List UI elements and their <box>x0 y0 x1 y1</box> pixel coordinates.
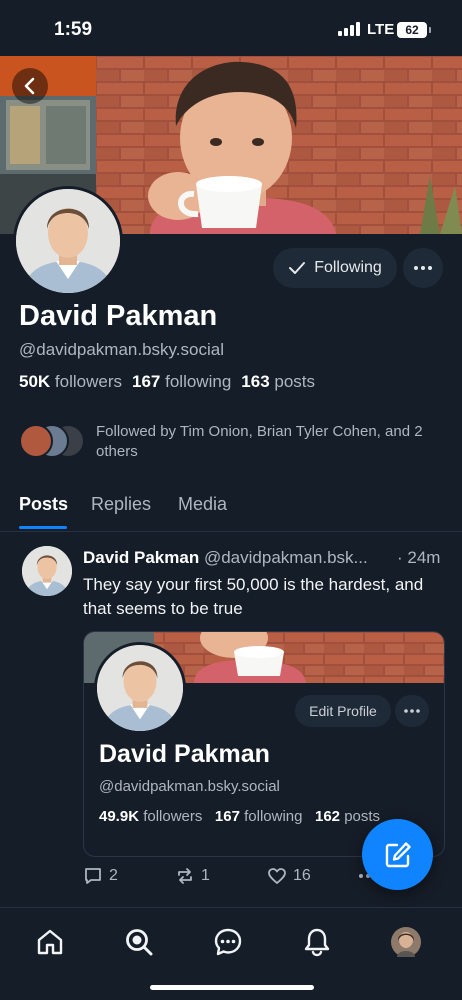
profile-avatar-icon <box>391 927 421 957</box>
compose-button[interactable] <box>362 819 433 890</box>
post-author-handle: @davidpakman.bsk... <box>203 548 368 567</box>
followed-by-avatars[interactable] <box>19 424 85 460</box>
like-count: 16 <box>293 867 311 884</box>
tab-replies[interactable]: Replies <box>91 494 151 515</box>
status-bar: 1:59 LTE 62 <box>0 0 462 56</box>
nav-search[interactable] <box>122 925 156 959</box>
checkmark-icon <box>289 262 306 274</box>
embed-edit-profile-button: Edit Profile <box>295 695 391 727</box>
active-tab-indicator <box>19 526 67 529</box>
heart-icon <box>268 868 286 884</box>
avatar-image <box>16 189 120 293</box>
followers-stat[interactable]: 50K followers <box>19 372 122 391</box>
profile-display-name: David Pakman <box>19 300 218 332</box>
tab-posts[interactable]: Posts <box>19 494 68 515</box>
reply-icon <box>85 868 101 884</box>
nav-notifications[interactable] <box>300 925 334 959</box>
profile-handle: @davidpakman.bsky.social <box>19 340 224 359</box>
repost-count: 1 <box>201 867 210 884</box>
profile-stats: 50K followers 167 following 163 posts <box>19 372 315 392</box>
embed-avatar <box>94 642 186 734</box>
ellipsis-icon <box>414 266 432 270</box>
like-button[interactable]: 16 <box>267 866 311 886</box>
home-indicator[interactable] <box>150 985 314 990</box>
search-icon <box>126 929 153 956</box>
post-author-name[interactable]: David Pakman <box>83 548 199 567</box>
profile-avatar[interactable] <box>13 186 123 296</box>
follower-avatar <box>19 424 53 458</box>
bell-icon <box>304 928 330 957</box>
repost-button[interactable]: 1 <box>175 866 210 886</box>
post-text: They say your first 50,000 is the hardes… <box>83 575 424 618</box>
reply-button[interactable]: 2 <box>83 866 118 886</box>
following-label: Following <box>314 259 382 276</box>
nav-profile[interactable] <box>389 925 423 959</box>
back-button[interactable] <box>12 68 48 104</box>
profile-tabs: Posts Replies Media <box>0 486 462 532</box>
home-icon <box>37 929 63 955</box>
signal-icon <box>338 22 360 36</box>
following-button[interactable]: Following <box>273 248 397 288</box>
reply-count: 2 <box>109 867 118 884</box>
chevron-left-icon <box>24 77 35 95</box>
chat-icon <box>214 928 242 956</box>
post-header: David Pakman @davidpakman.bsk... <box>83 548 445 568</box>
post-author-avatar[interactable] <box>22 546 72 596</box>
post-timestamp: · 24m <box>395 548 441 568</box>
nav-home[interactable] <box>33 925 67 959</box>
embed-handle: @davidpakman.bsky.social <box>99 778 280 795</box>
repost-icon <box>178 868 192 884</box>
status-time: 1:59 <box>54 19 93 40</box>
nav-chat[interactable] <box>211 925 245 959</box>
following-stat[interactable]: 167 following <box>132 372 231 391</box>
embed-display-name: David Pakman <box>99 740 270 768</box>
network-label: LTE <box>367 21 395 38</box>
tab-media[interactable]: Media <box>178 494 227 515</box>
posts-stat: 163 posts <box>241 372 316 391</box>
embed-stats: 49.9K followers 167 following 162 posts <box>99 808 381 825</box>
more-options-button[interactable] <box>403 248 443 288</box>
compose-icon <box>385 841 411 867</box>
embed-ellipsis-icon <box>395 695 429 727</box>
followed-by-text[interactable]: Followed by Tim Onion, Brian Tyler Cohen… <box>96 422 448 462</box>
battery-icon: 62 <box>397 22 431 38</box>
avatar-image <box>22 546 72 596</box>
